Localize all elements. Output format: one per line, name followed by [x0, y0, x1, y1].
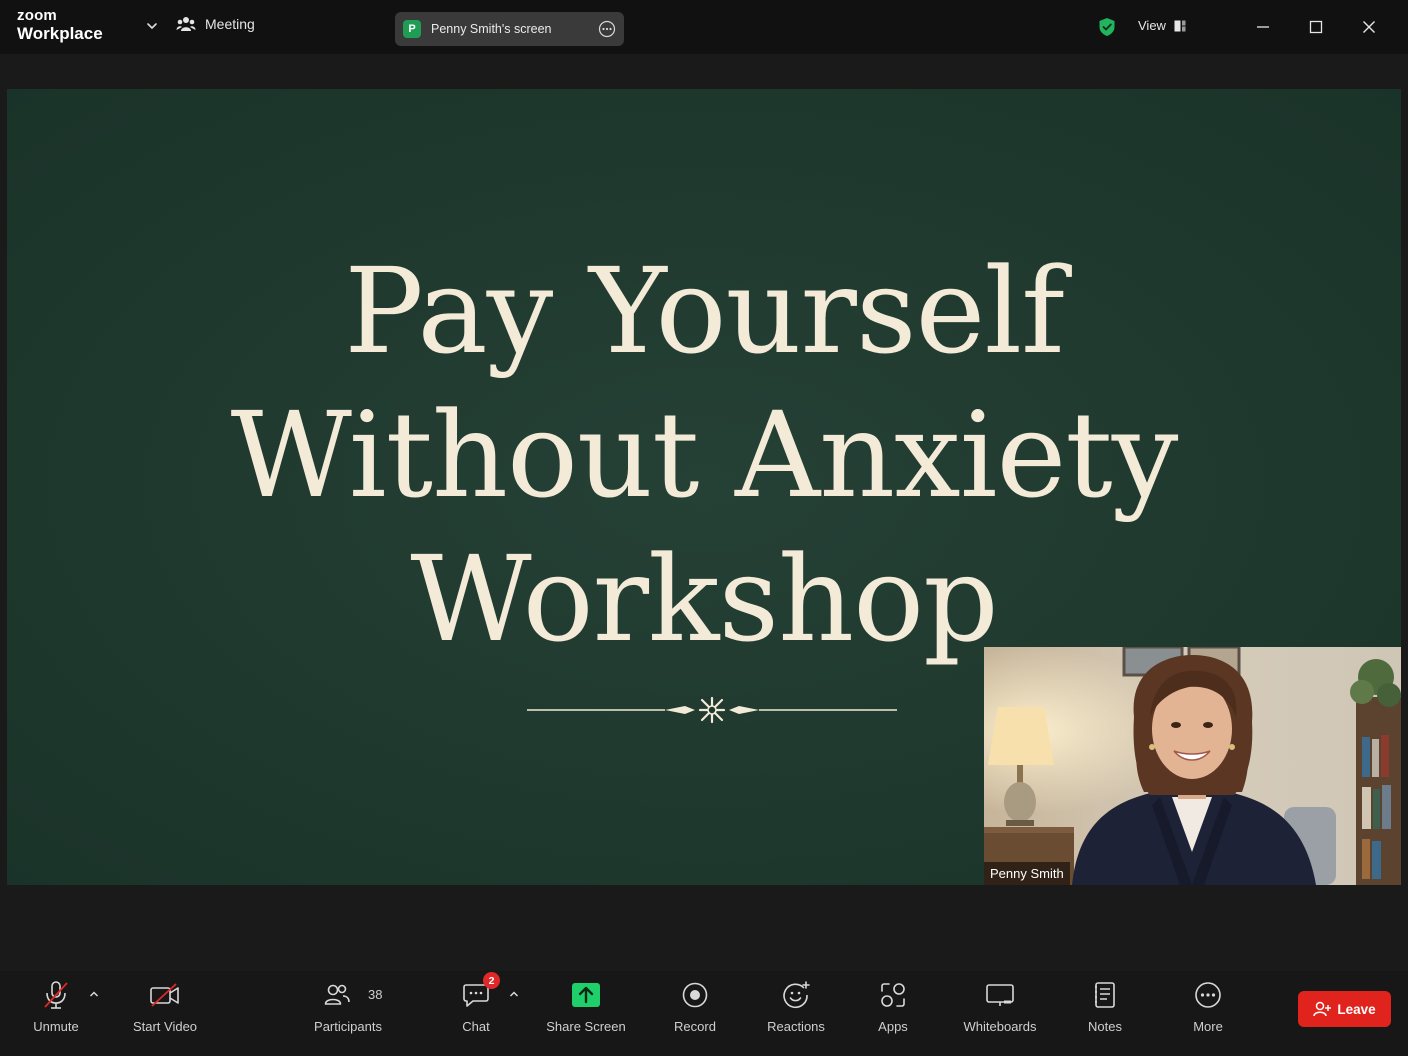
- participant-video-tile[interactable]: Penny Smith: [984, 647, 1401, 885]
- reactions-label: Reactions: [767, 1019, 825, 1034]
- close-icon[interactable]: [1359, 17, 1379, 37]
- brand-workplace: Workplace: [17, 24, 103, 43]
- apps-icon: [881, 983, 905, 1007]
- title-bar: zoom Workplace Meeting P Penny Smith's s…: [0, 0, 1408, 54]
- apps-label: Apps: [878, 1019, 908, 1034]
- share-screen-button[interactable]: Share Screen: [546, 979, 626, 1034]
- more-options-icon[interactable]: [598, 20, 616, 38]
- reactions-button[interactable]: Reactions: [765, 979, 827, 1034]
- meeting-info-button[interactable]: Meeting: [176, 16, 255, 32]
- whiteboard-icon: [986, 984, 1014, 1006]
- maximize-icon[interactable]: [1306, 17, 1326, 37]
- notes-label: Notes: [1088, 1019, 1122, 1034]
- screen-share-indicator[interactable]: P Penny Smith's screen: [395, 12, 624, 46]
- whiteboards-label: Whiteboards: [963, 1019, 1037, 1034]
- participants-icon: [324, 984, 350, 1005]
- app-logo: zoom Workplace: [17, 8, 103, 42]
- slide-title-line: Pay Yourself: [344, 242, 1065, 380]
- view-layout-icon: [1174, 20, 1186, 31]
- notes-icon: [1095, 982, 1115, 1008]
- meeting-toolbar: Unmute Start Video Participants 38 2 Cha…: [0, 971, 1408, 1056]
- participant-name-tag: Penny Smith: [984, 862, 1070, 885]
- start-video-label: Start Video: [132, 1019, 198, 1034]
- slide-title: Pay Yourself Without Anxiety Workshop: [7, 239, 1401, 671]
- ornament-divider-icon: [527, 696, 897, 724]
- participant-video-image: [984, 647, 1401, 885]
- presenter-avatar: P: [403, 20, 421, 38]
- whiteboards-button[interactable]: Whiteboards: [960, 979, 1040, 1034]
- record-button[interactable]: Record: [672, 979, 718, 1034]
- participants-count: 38: [368, 987, 383, 1002]
- share-label: Penny Smith's screen: [431, 22, 552, 36]
- participants-label: Participants: [314, 1019, 382, 1034]
- chat-button[interactable]: 2 Chat: [456, 972, 500, 1034]
- record-label: Record: [674, 1019, 716, 1034]
- brand-zoom: zoom: [17, 7, 57, 24]
- audio-options-chevron-icon[interactable]: [88, 989, 100, 999]
- unmute-label: Unmute: [33, 1019, 79, 1034]
- meeting-label: Meeting: [205, 16, 255, 32]
- chat-unread-badge: 2: [483, 972, 500, 989]
- chat-options-chevron-icon[interactable]: [508, 989, 520, 999]
- more-ellipsis-icon: [1195, 982, 1221, 1008]
- participants-group-icon: [176, 17, 196, 31]
- view-button[interactable]: View: [1138, 18, 1186, 33]
- leave-button[interactable]: Leave: [1298, 991, 1391, 1027]
- unmute-button[interactable]: Unmute: [32, 979, 80, 1034]
- record-icon: [682, 982, 708, 1008]
- leave-label: Leave: [1337, 1001, 1376, 1017]
- more-button[interactable]: More: [1188, 979, 1228, 1034]
- notes-button[interactable]: Notes: [1084, 979, 1126, 1034]
- security-shield-icon[interactable]: [1098, 17, 1116, 37]
- leave-person-icon: [1313, 1001, 1332, 1017]
- slide-title-line: Without Anxiety: [230, 386, 1179, 524]
- apps-button[interactable]: Apps: [872, 979, 914, 1034]
- view-label: View: [1138, 18, 1166, 33]
- video-camera-off-icon: [150, 983, 179, 1007]
- chat-label: Chat: [462, 1019, 490, 1034]
- minimize-icon[interactable]: [1253, 17, 1273, 37]
- microphone-muted-icon: [44, 981, 68, 1009]
- start-video-button[interactable]: Start Video: [130, 979, 200, 1034]
- more-label: More: [1193, 1019, 1223, 1034]
- chevron-down-icon[interactable]: [144, 18, 160, 34]
- share-screen-icon: [572, 983, 600, 1007]
- reactions-smiley-icon: [783, 981, 810, 1009]
- share-screen-label: Share Screen: [546, 1019, 626, 1034]
